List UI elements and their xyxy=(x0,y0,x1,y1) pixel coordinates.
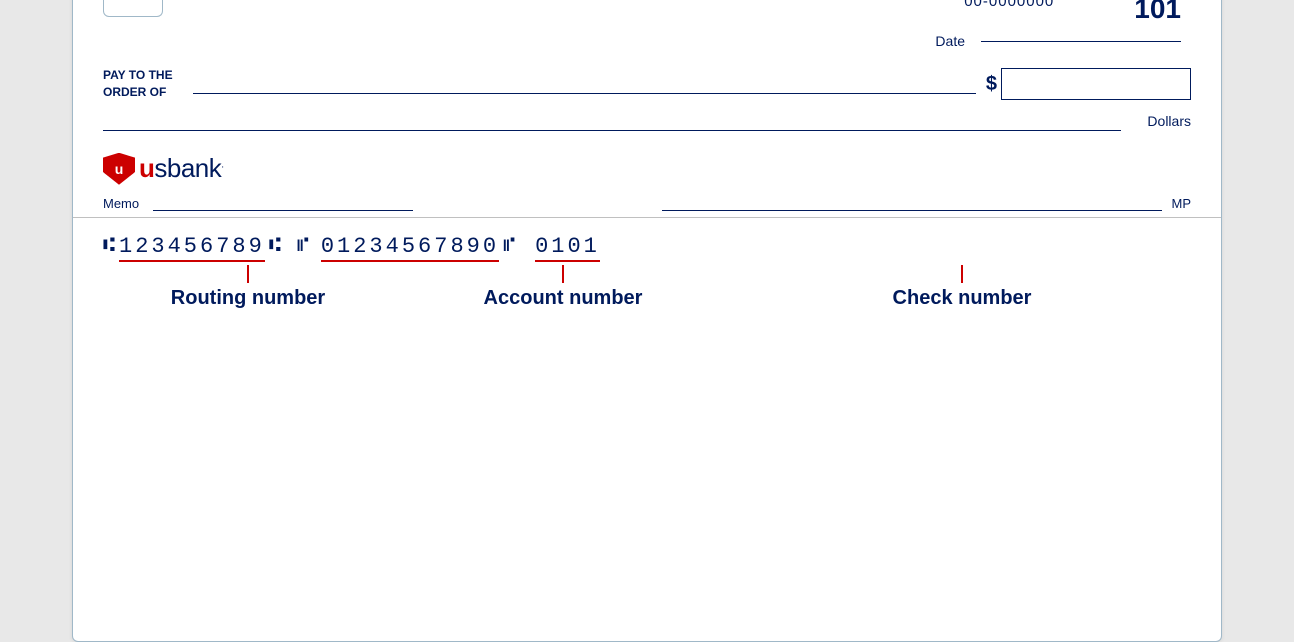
transit-close-symbol: ⑆ xyxy=(269,235,281,258)
mp-label: MP xyxy=(1172,196,1192,211)
account-number-label: Account number xyxy=(484,287,643,627)
dollar-sign: $ xyxy=(986,73,997,96)
account-indicator xyxy=(562,265,564,283)
memo-label: Memo xyxy=(103,196,153,211)
usbank-text-label: usbank. xyxy=(139,153,224,184)
micr-routing-number: 123456789 xyxy=(119,234,265,259)
check-document: 00-0000000 101 Date PAY TO THE ORDER OF … xyxy=(72,0,1222,642)
micr-check-number: 0101 xyxy=(535,234,600,259)
signature-line xyxy=(662,195,1162,211)
checknum-indicator xyxy=(961,265,963,283)
memo-line xyxy=(153,195,413,211)
date-line xyxy=(981,41,1181,42)
svg-text:u: u xyxy=(115,161,124,177)
payee-line xyxy=(193,74,976,94)
onus-open-symbol: ⑈ xyxy=(297,235,309,258)
transit-open-symbol: ⑆ xyxy=(103,235,115,258)
amount-box xyxy=(1001,68,1191,100)
dollars-label: Dollars xyxy=(1131,113,1191,131)
routing-code: 00-0000000 xyxy=(964,0,1054,10)
micr-account-number: 01234567890 xyxy=(321,234,499,259)
check-number: 101 xyxy=(1134,0,1181,25)
usbank-logo: u usbank. xyxy=(103,153,224,185)
date-label: Date xyxy=(935,33,965,49)
pay-to-label: PAY TO THE ORDER OF xyxy=(103,67,193,101)
usbank-shield-icon: u xyxy=(103,153,135,185)
routing-number-label: Routing number xyxy=(171,287,325,577)
onus-close-symbol: ⑈ xyxy=(503,235,515,258)
check-stub xyxy=(103,0,163,17)
dollars-line xyxy=(103,111,1121,131)
routing-indicator xyxy=(247,265,249,283)
check-number-label: Check number xyxy=(893,287,1032,310)
micr-section: ⑆ 123456789 ⑆ ⑈ 01234567890 ⑈ 0101 Routi… xyxy=(73,217,1221,641)
